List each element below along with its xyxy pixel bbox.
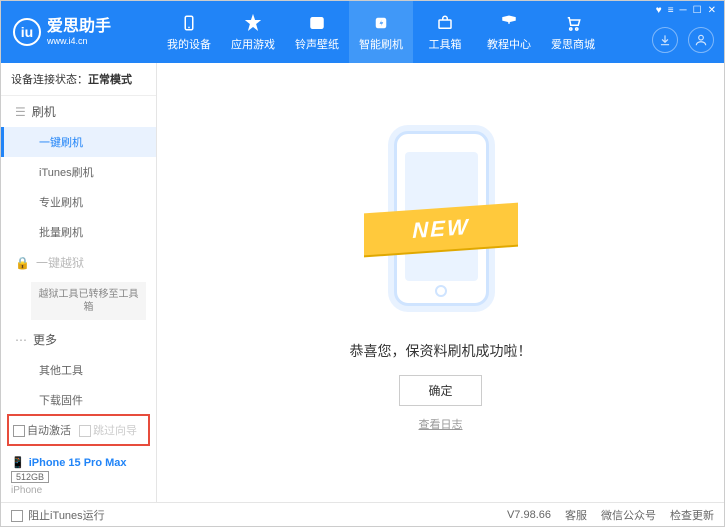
nav-my-device[interactable]: 我的设备 bbox=[157, 1, 221, 63]
status-value: 正常模式 bbox=[88, 74, 132, 86]
app-header: iu 爱思助手 www.i4.cn 我的设备 应用游戏 铃声壁纸 智能刷机 工具… bbox=[1, 1, 724, 63]
logo-area: iu 爱思助手 www.i4.cn bbox=[1, 18, 157, 46]
version-label: V7.98.66 bbox=[507, 509, 551, 521]
group-more[interactable]: ⋯ 更多 bbox=[1, 324, 156, 355]
menu-other-tools[interactable]: 其他工具 bbox=[1, 355, 156, 385]
image-icon bbox=[307, 13, 327, 33]
storage-badge: 512GB bbox=[11, 471, 49, 483]
device-name: iPhone 15 Pro Max bbox=[29, 457, 127, 469]
nav-store[interactable]: 爱思商城 bbox=[541, 1, 605, 63]
group-label: 一键越狱 bbox=[36, 254, 84, 271]
logo-icon: iu bbox=[13, 18, 41, 46]
skip-setup-checkbox[interactable]: 跳过向导 bbox=[79, 422, 137, 438]
group-flash[interactable]: ☰ 刷机 bbox=[1, 96, 156, 127]
main-content: NEW 恭喜您，保资料刷机成功啦！ 确定 查看日志 bbox=[157, 63, 724, 502]
flash-icon bbox=[371, 13, 391, 33]
gift-icon[interactable]: ♥ bbox=[656, 5, 662, 16]
nav-label: 爱思商城 bbox=[551, 36, 595, 52]
nav-label: 智能刷机 bbox=[359, 36, 403, 52]
book-icon bbox=[499, 13, 519, 33]
group-jailbreak[interactable]: 🔒 一键越狱 bbox=[1, 247, 156, 278]
status-label: 设备连接状态： bbox=[11, 74, 88, 86]
toolbox-icon bbox=[435, 13, 455, 33]
block-itunes-checkbox[interactable]: 阻止iTunes运行 bbox=[11, 507, 105, 523]
view-log-link[interactable]: 查看日志 bbox=[419, 416, 463, 432]
phone-icon bbox=[179, 13, 199, 33]
jailbreak-note: 越狱工具已转移至工具箱 bbox=[31, 282, 146, 320]
app-name: 爱思助手 bbox=[47, 18, 111, 35]
checkbox-label: 跳过向导 bbox=[93, 425, 137, 437]
ok-button[interactable]: 确定 bbox=[399, 375, 481, 406]
success-message: 恭喜您，保资料刷机成功啦！ bbox=[350, 341, 532, 361]
close-icon[interactable]: ✕ bbox=[708, 5, 716, 16]
download-button[interactable] bbox=[652, 27, 678, 53]
window-controls: ♥ ≡ ─ ☐ ✕ bbox=[656, 5, 716, 16]
nav-tutorials[interactable]: 教程中心 bbox=[477, 1, 541, 63]
more-icon: ⋯ bbox=[15, 333, 27, 347]
phone-illustration: NEW bbox=[376, 113, 506, 323]
group-label: 刷机 bbox=[32, 103, 56, 120]
device-info: 📱 iPhone 15 Pro Max 512GB iPhone bbox=[1, 450, 156, 502]
menu-one-key-flash[interactable]: 一键刷机 bbox=[1, 127, 156, 157]
lock-icon: 🔒 bbox=[15, 256, 30, 270]
nav-label: 工具箱 bbox=[429, 36, 462, 52]
highlighted-checkbox-row: 自动激活 跳过向导 bbox=[7, 414, 150, 446]
checkbox-label: 自动激活 bbox=[27, 425, 71, 437]
nav-label: 应用游戏 bbox=[231, 36, 275, 52]
connection-status: 设备连接状态：正常模式 bbox=[1, 63, 156, 96]
new-ribbon: NEW bbox=[364, 203, 518, 256]
menu-itunes-flash[interactable]: iTunes刷机 bbox=[1, 157, 156, 187]
maximize-icon[interactable]: ☐ bbox=[693, 5, 702, 16]
footer-support-link[interactable]: 客服 bbox=[565, 507, 587, 523]
device-type: iPhone bbox=[11, 485, 146, 496]
nav-apps[interactable]: 应用游戏 bbox=[221, 1, 285, 63]
menu-download-firmware[interactable]: 下载固件 bbox=[1, 385, 156, 410]
nav-toolbox[interactable]: 工具箱 bbox=[413, 1, 477, 63]
nav-label: 铃声壁纸 bbox=[295, 36, 339, 52]
auto-activate-checkbox[interactable]: 自动激活 bbox=[13, 422, 71, 438]
nav-label: 我的设备 bbox=[167, 36, 211, 52]
apps-icon bbox=[243, 13, 263, 33]
menu-pro-flash[interactable]: 专业刷机 bbox=[1, 187, 156, 217]
checkbox-label: 阻止iTunes运行 bbox=[28, 510, 105, 522]
footer: 阻止iTunes运行 V7.98.66 客服 微信公众号 检查更新 bbox=[1, 502, 724, 527]
menu-icon[interactable]: ≡ bbox=[668, 5, 674, 16]
sidebar: 设备连接状态：正常模式 ☰ 刷机 一键刷机 iTunes刷机 专业刷机 批量刷机… bbox=[1, 63, 157, 502]
app-url: www.i4.cn bbox=[47, 36, 111, 46]
minimize-icon[interactable]: ─ bbox=[680, 5, 687, 16]
main-nav: 我的设备 应用游戏 铃声壁纸 智能刷机 工具箱 教程中心 爱思商城 bbox=[157, 1, 605, 63]
footer-wechat-link[interactable]: 微信公众号 bbox=[601, 507, 656, 523]
cart-icon bbox=[563, 13, 583, 33]
menu-batch-flash[interactable]: 批量刷机 bbox=[1, 217, 156, 247]
footer-update-link[interactable]: 检查更新 bbox=[670, 507, 714, 523]
nav-label: 教程中心 bbox=[487, 36, 531, 52]
nav-flash[interactable]: 智能刷机 bbox=[349, 1, 413, 63]
device-phone-icon: 📱 bbox=[11, 456, 25, 469]
user-button[interactable] bbox=[688, 27, 714, 53]
nav-ringtones[interactable]: 铃声壁纸 bbox=[285, 1, 349, 63]
group-label: 更多 bbox=[33, 331, 57, 348]
list-icon: ☰ bbox=[15, 105, 26, 119]
